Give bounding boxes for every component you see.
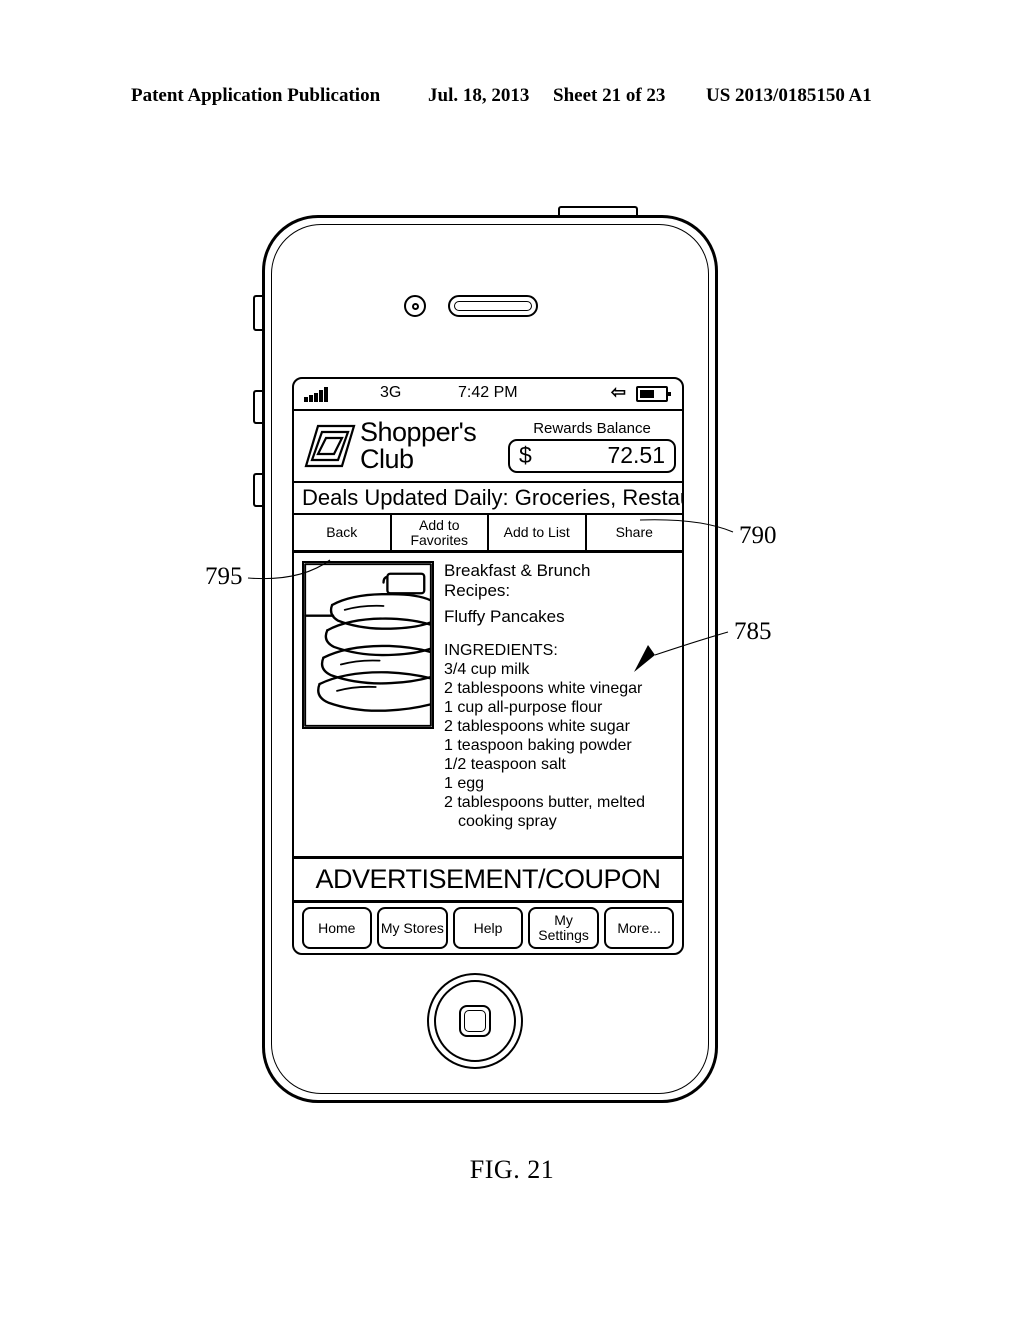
ingredient-list: 3/4 cup milk 2 tablespoons white vinegar…: [444, 660, 676, 831]
brand-name-line1: Shopper's: [360, 417, 477, 447]
brand: Shopper's Club: [304, 419, 508, 473]
brand-name: Shopper's Club: [360, 417, 477, 474]
reference-numeral-785: 785: [734, 618, 772, 645]
recipe-category-line2: Recipes:: [444, 581, 511, 600]
recipe-title: Fluffy Pancakes: [444, 607, 565, 626]
tab-my-stores[interactable]: My Stores: [377, 907, 448, 949]
action-toolbar: Back Add to Favorites Add to List Share: [294, 515, 682, 553]
recipe-category-line1: Breakfast & Brunch: [444, 561, 591, 580]
status-bar: 3G 7:42 PM ⇦: [294, 379, 682, 411]
tab-bar: Home My Stores Help My Settings More...: [294, 903, 682, 953]
recipe-text: Breakfast & Brunch Recipes: Fluffy Panca…: [444, 561, 676, 852]
app-header: Shopper's Club Rewards Balance $ 72.51: [294, 411, 682, 483]
silent-switch[interactable]: [253, 295, 262, 331]
list-item: 2 tablespoons white sugar: [444, 718, 630, 735]
add-to-favorites-button[interactable]: Add to Favorites: [391, 515, 489, 550]
clock-label: 7:42 PM: [458, 384, 518, 401]
home-button-square-icon: [459, 1005, 491, 1037]
battery-icon: [636, 386, 671, 402]
list-item: 1/2 teaspoon salt: [444, 756, 566, 773]
publication-label: Patent Application Publication: [131, 85, 381, 106]
recipe-content: Breakfast & Brunch Recipes: Fluffy Panca…: [294, 553, 682, 859]
recipe-category-heading: Breakfast & Brunch Recipes:: [444, 561, 676, 601]
list-item: 3/4 cup milk: [444, 661, 530, 678]
volume-up-button[interactable]: [253, 390, 262, 424]
deals-ticker[interactable]: Deals Updated Daily: Groceries, Restaur: [294, 483, 682, 515]
list-item: cooking spray: [458, 813, 557, 830]
reference-numeral-795: 795: [205, 563, 243, 590]
patent-number: US 2013/0185150 A1: [706, 85, 872, 106]
volume-down-button[interactable]: [253, 473, 262, 507]
tab-my-settings[interactable]: My Settings: [528, 907, 599, 949]
bluetooth-icon: ⇦: [610, 382, 626, 402]
ingredients-label: INGREDIENTS:: [444, 642, 558, 659]
smartphone-illustration: 3G 7:42 PM ⇦ Shopper's Club Rewards Bala…: [253, 206, 718, 1103]
list-item: 2 tablespoons white vinegar: [444, 680, 643, 697]
add-to-list-button[interactable]: Add to List: [489, 515, 587, 550]
phone-screen: 3G 7:42 PM ⇦ Shopper's Club Rewards Bala…: [292, 377, 684, 955]
list-item: 2 tablespoons butter, melted: [444, 794, 646, 811]
camera-icon: [404, 295, 426, 317]
share-button[interactable]: Share: [586, 515, 682, 550]
tab-help[interactable]: Help: [452, 907, 524, 949]
tab-home[interactable]: Home: [301, 907, 373, 949]
figure-caption: FIG. 21: [469, 1155, 555, 1184]
home-button[interactable]: [427, 973, 523, 1069]
reference-numeral-790: 790: [739, 522, 777, 549]
tab-more[interactable]: More...: [603, 907, 675, 949]
signal-bars-icon: [304, 386, 328, 402]
sheet-number: Sheet 21 of 23: [553, 85, 666, 106]
currency-symbol: $: [519, 442, 532, 468]
list-item: 1 cup all-purpose flour: [444, 699, 603, 716]
network-label: 3G: [380, 384, 402, 401]
rewards-balance: Rewards Balance $ 72.51: [508, 420, 676, 473]
back-button[interactable]: Back: [294, 515, 392, 550]
rewards-balance-label: Rewards Balance: [533, 419, 651, 437]
rewards-balance-amount: 72.51: [607, 442, 665, 468]
brand-name-line2: Club: [360, 444, 414, 474]
pancake-stack-image: [302, 561, 434, 729]
speaker-icon: [448, 295, 538, 317]
nested-parallelogram-logo: [304, 424, 356, 468]
list-item: 1 teaspoon baking powder: [444, 737, 632, 754]
publication-date: Jul. 18, 2013: [428, 85, 530, 106]
page-header: Patent Application Publication Jul. 18, …: [0, 85, 1024, 113]
list-item: 1 egg: [444, 775, 485, 792]
power-button[interactable]: [558, 206, 638, 215]
rewards-balance-value-box[interactable]: $ 72.51: [508, 438, 676, 473]
advertisement-banner[interactable]: ADVERTISEMENT/COUPON: [294, 859, 682, 903]
